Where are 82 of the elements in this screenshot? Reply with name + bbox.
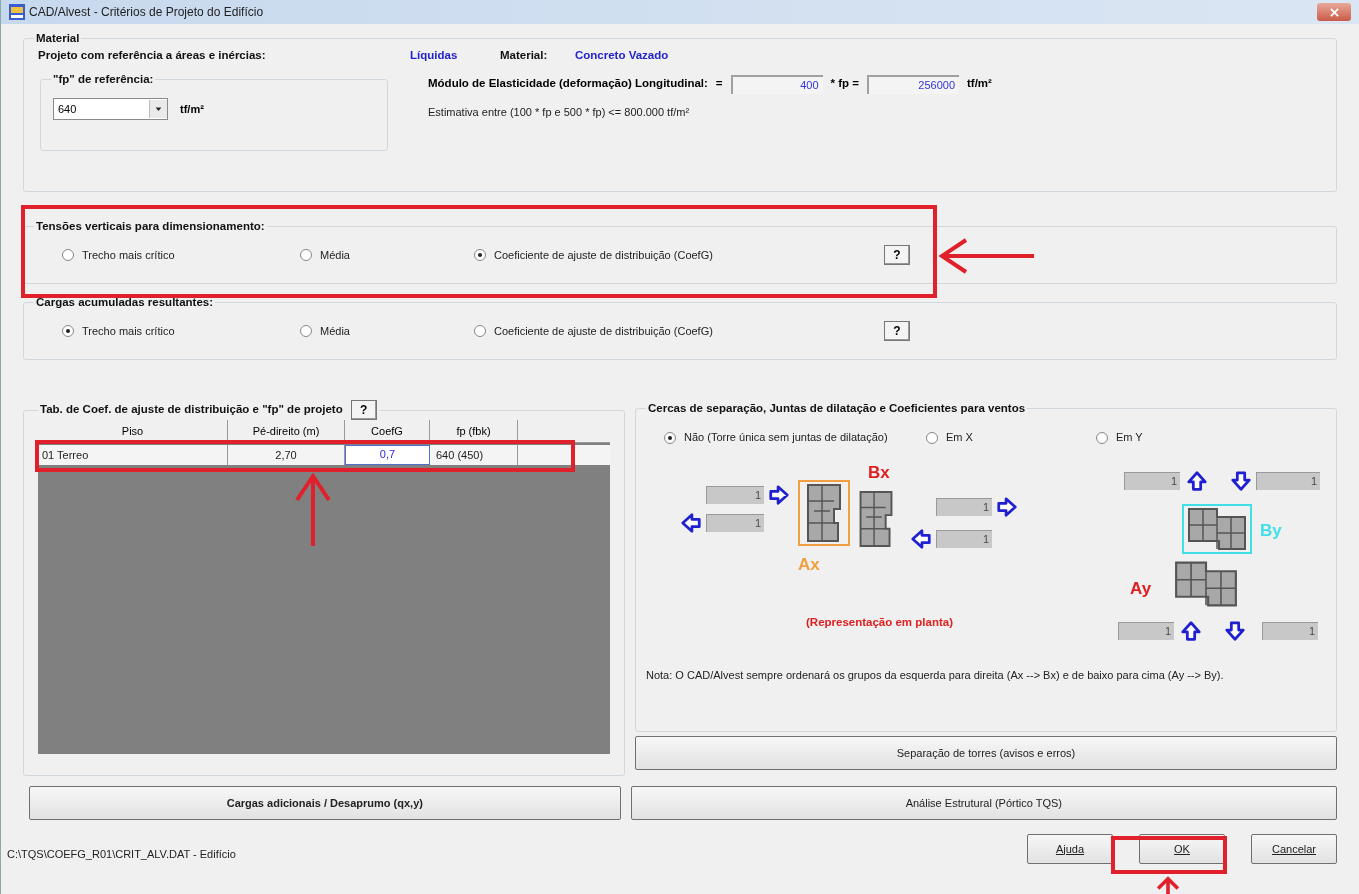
number-field[interactable]: 1: [706, 513, 764, 532]
column-header[interactable]: CoefG: [345, 420, 430, 442]
arrow-icon: [1230, 469, 1252, 492]
unit-label: tf/m²: [180, 101, 204, 117]
group-title: Material: [36, 31, 80, 46]
arrow-icon: [1180, 619, 1202, 642]
radio-option[interactable]: Trecho mais crítico: [62, 323, 300, 340]
number-field[interactable]: 1: [1124, 471, 1180, 490]
annotation-arrow-icon: [293, 472, 333, 548]
column-header[interactable]: Piso: [38, 420, 228, 442]
push-button[interactable]: Ajuda: [1027, 834, 1113, 864]
group-label: Ax: [798, 553, 820, 576]
radio-option[interactable]: Não (Torre única sem juntas de dilatação): [664, 429, 926, 446]
push-button[interactable]: Cancelar: [1251, 834, 1337, 864]
push-button[interactable]: Cargas adicionais / Desaprumo (qx,y): [29, 786, 621, 820]
reference-label: Projeto com referência a áreas e inércias:: [38, 48, 267, 64]
radio-option[interactable]: Em Y: [1096, 429, 1143, 446]
modulus-label: Módulo de Elasticidade (deformação) Longitudinal:: [428, 76, 708, 92]
equals-sign: =: [715, 76, 723, 92]
push-button[interactable]: Separação de torres (avisos e erros): [635, 736, 1337, 770]
close-icon: [1329, 7, 1339, 17]
arrow-icon: [910, 527, 932, 550]
radio-option[interactable]: Média: [300, 247, 474, 264]
radio-button[interactable]: [664, 431, 676, 444]
group-title: Cercas de separação, Juntas de dilatação e Coeficientes para ventos: [648, 401, 1026, 416]
group-title: "fp" de referência:: [53, 71, 154, 87]
radio-option[interactable]: Trecho mais crítico: [62, 247, 300, 264]
group-label: Ay: [1130, 577, 1152, 600]
modulus-result-field: 256000: [867, 74, 959, 94]
column-header[interactable]: Pé-direito (m): [228, 420, 345, 442]
material-label: Material:: [500, 48, 549, 64]
arrow-icon: [1186, 469, 1208, 492]
number-field[interactable]: 1: [1256, 471, 1320, 490]
group-title: Tensões verticais para dimensionamento:: [36, 219, 265, 234]
radio-button[interactable]: [300, 249, 312, 262]
push-button[interactable]: Análise Estrutural (Pórtico TQS): [630, 786, 1337, 820]
plan-caption: (Representação em planta): [806, 614, 953, 630]
group-title: Cargas acumuladas resultantes:: [36, 295, 214, 310]
factor-field[interactable]: 400: [730, 74, 823, 94]
fp-dropdown[interactable]: 640: [53, 97, 168, 120]
floor-plan-icon: [1174, 559, 1238, 608]
number-field[interactable]: 1: [1262, 621, 1318, 640]
help-button[interactable]: ?: [884, 245, 910, 266]
table-cell[interactable]: 01 Terreo: [38, 445, 228, 465]
close-button[interactable]: [1317, 3, 1351, 21]
number-field[interactable]: 1: [706, 485, 764, 504]
arrow-icon: [680, 511, 702, 534]
help-button[interactable]: ?: [350, 400, 377, 420]
material-value: Concreto Vazado: [575, 48, 669, 64]
radio-button[interactable]: [1096, 431, 1108, 444]
column-header[interactable]: fp (fbk): [430, 420, 518, 442]
radio-option[interactable]: Coeficiente de ajuste de distribuição (CoefG): [474, 323, 884, 340]
group-title: Tab. de Coef. de ajuste de distribuição e "fp" de projeto: [40, 402, 343, 418]
estimate-note: Estimativa entre (100 * fp e 500 * fp) <= 800.000 tf/m²: [428, 104, 691, 120]
app-icon: [9, 4, 25, 20]
annotation-arrow-icon: [936, 236, 1036, 276]
note-text: Nota: O CAD/Alvest sempre ordenará os grupos da esquerda para direita (Ax --> Bx) e de baixo para cima (Ay --> By).: [646, 667, 1225, 683]
arrow-icon: [1224, 619, 1246, 642]
number-field[interactable]: 1: [1118, 621, 1174, 640]
radio-button[interactable]: [474, 249, 486, 262]
number-field[interactable]: 1: [936, 497, 992, 516]
radio-button[interactable]: [474, 325, 486, 338]
radio-button[interactable]: [300, 325, 312, 338]
radio-button[interactable]: [62, 325, 74, 338]
help-button[interactable]: ?: [884, 321, 910, 342]
radio-button[interactable]: [926, 431, 938, 444]
radio-option[interactable]: Coeficiente de ajuste de distribuição (CoefG): [474, 247, 884, 264]
unit-label: tf/m²: [967, 76, 992, 92]
times-fp-label: * fp =: [830, 76, 859, 92]
radio-option[interactable]: Média: [300, 323, 474, 340]
table-cell[interactable]: 0,7: [345, 445, 430, 465]
window-title: CAD/Alvest - Critérios de Projeto do Edifício: [29, 4, 264, 21]
radio-button[interactable]: [62, 249, 74, 262]
reference-value: Líquidas: [410, 48, 459, 64]
radio-option[interactable]: Em X: [926, 429, 1096, 446]
table-cell[interactable]: 640 (450): [430, 445, 518, 465]
number-field[interactable]: 1: [936, 529, 992, 548]
arrow-icon: [768, 483, 790, 506]
group-label: Bx: [868, 461, 890, 484]
arrow-icon: [996, 495, 1018, 518]
group-label: By: [1260, 519, 1282, 542]
file-path: C:\TQS\COEFG_R01\CRIT_ALV.DAT - Edifício: [7, 846, 236, 862]
